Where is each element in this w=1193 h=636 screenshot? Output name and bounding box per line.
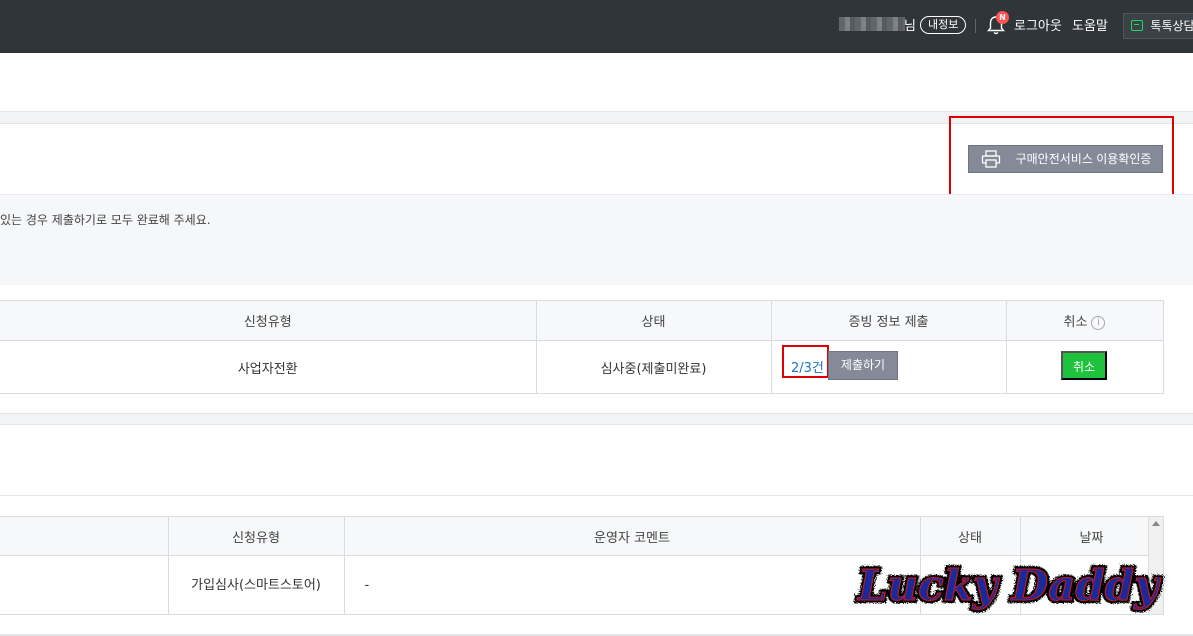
notification-badge: N <box>996 11 1009 24</box>
table-row: 사업자전환 심사중(제출미완료) <box>0 340 1164 394</box>
header-cancel: 취소 i <box>1005 300 1164 341</box>
watermark-text: Lucky Daddy <box>857 561 1161 610</box>
scroll-up-arrow-icon[interactable] <box>1152 521 1160 526</box>
logout-link[interactable]: 로그아웃 <box>1014 15 1062 34</box>
header-blank <box>0 516 169 556</box>
cell-operator-comment: - <box>343 555 921 615</box>
info-icon[interactable]: i <box>1091 315 1106 330</box>
header-evidence: 증빙 정보 제출 <box>770 300 1007 341</box>
user-honorific: 님 <box>904 19 916 34</box>
masked-user-name <box>839 17 905 31</box>
cell-application-type: 사업자전환 <box>0 340 537 394</box>
cell-blank <box>0 555 169 615</box>
header-operator-comment: 운영자 코멘트 <box>343 516 921 556</box>
lucky-daddy-watermark: Lucky Daddy Lucky Daddy <box>854 558 1164 613</box>
talk-consult-label: 톡톡상담 <box>1150 19 1193 33</box>
cell-application-type: 가입심사(스마트스토어) <box>167 555 345 615</box>
highlight-box-count <box>782 345 829 378</box>
application-table: 신청유형 상태 증빙 정보 제출 취소 i 사업자전환 심사중(제출미완료) <box>0 300 1164 394</box>
notice-text: 있는 경우 제출하기로 모두 완료해 주세요. <box>0 213 211 227</box>
table-header-row: 신청유형 상태 증빙 정보 제출 취소 i <box>0 300 1164 341</box>
talk-consult-button[interactable]: 톡톡상담 <box>1123 13 1193 39</box>
cell-status: 심사중(제출미완료) <box>535 340 772 394</box>
header-divider <box>975 19 976 33</box>
chat-icon <box>1131 20 1143 31</box>
top-navigation-bar: 님 내정보 N 로그아웃 도움말 톡톡상담 <box>0 0 1193 53</box>
section-divider-line <box>0 495 1193 496</box>
my-info-button[interactable]: 내정보 <box>920 16 967 34</box>
header-application-type: 신청유형 <box>167 516 345 556</box>
header-cancel-label: 취소 <box>1063 315 1088 330</box>
notice-panel <box>0 194 1193 285</box>
section-separator-middle <box>0 413 1193 425</box>
help-link[interactable]: 도움말 <box>1072 15 1108 34</box>
highlight-box-print <box>949 116 1174 201</box>
header-application-type: 신청유형 <box>0 300 537 341</box>
submit-evidence-button[interactable]: 제출하기 <box>828 351 898 380</box>
cancel-application-button[interactable]: 취소 <box>1061 351 1107 380</box>
header-status: 상태 <box>535 300 772 341</box>
